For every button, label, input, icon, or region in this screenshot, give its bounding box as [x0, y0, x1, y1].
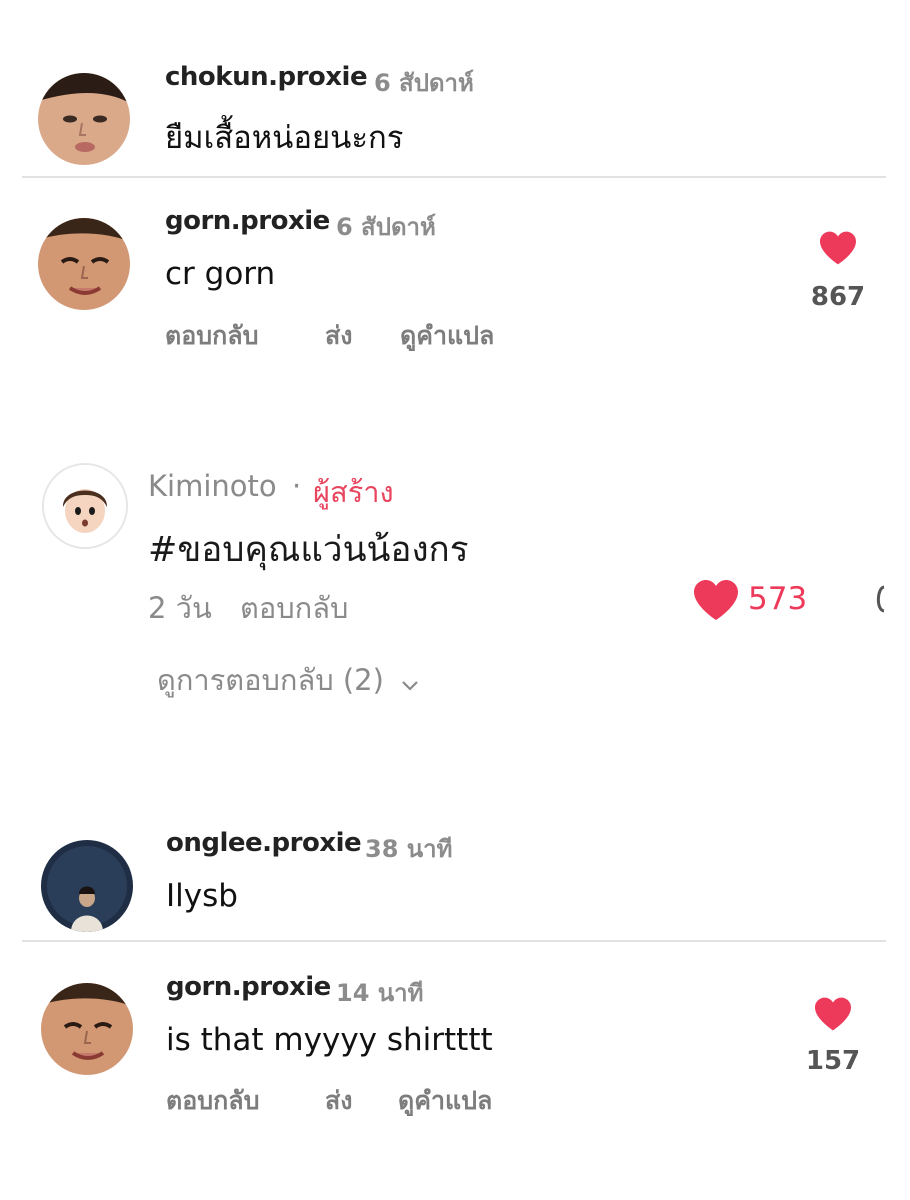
send-button[interactable]: ส่ง [325, 1081, 352, 1121]
dislike-icon-partial[interactable] [872, 584, 892, 614]
divider [22, 940, 886, 942]
comment-time: 6 สัปดาห์ [374, 69, 474, 97]
comment-username[interactable]: chokun.proxie [165, 62, 368, 92]
divider [22, 176, 886, 178]
chevron-down-icon [401, 665, 419, 699]
like-count: 157 [805, 1046, 861, 1076]
like-count: 573 [748, 581, 808, 617]
avatar-kiminoto[interactable] [42, 463, 128, 549]
comment-time: 38 นาที [365, 835, 453, 863]
like-count: 867 [810, 282, 866, 312]
comment-text: cr gorn [165, 256, 276, 292]
avatar-gorn[interactable] [38, 218, 130, 310]
like-heart-icon[interactable] [692, 578, 740, 622]
separator-dot: · [292, 469, 302, 503]
comment-time: 2 วัน [148, 591, 212, 625]
comment-text: is that myyyy shirtttt [166, 1022, 493, 1058]
comment-time: 14 นาที [336, 979, 424, 1007]
avatar-gorn[interactable] [41, 983, 133, 1075]
comment-username[interactable]: gorn.proxie [165, 206, 330, 236]
like-heart-icon[interactable] [818, 230, 858, 266]
avatar-chokun[interactable] [38, 73, 130, 165]
comment-text: #ขอบคุณแว่นน้องกร [148, 530, 469, 570]
view-replies-label: ดูการตอบกลับ (2) [157, 663, 384, 697]
translate-button[interactable]: ดูคำแปล [398, 1081, 492, 1121]
like-heart-icon[interactable] [813, 996, 853, 1032]
reply-button[interactable]: ตอบกลับ [165, 316, 258, 356]
reply-button[interactable]: ตอบกลับ [166, 1081, 259, 1121]
comment-username[interactable]: gorn.proxie [166, 972, 331, 1002]
translate-button[interactable]: ดูคำแปล [400, 316, 494, 356]
view-replies-button[interactable]: ดูการตอบกลับ (2) [157, 657, 419, 703]
comment-username[interactable]: onglee.proxie [166, 828, 362, 858]
comment-text: Ilysb [166, 878, 238, 914]
creator-username[interactable]: Kiminoto [148, 469, 277, 503]
reply-button[interactable]: ตอบกลับ [240, 585, 348, 631]
send-button[interactable]: ส่ง [325, 316, 352, 356]
creator-badge: ผู้สร้าง [313, 475, 394, 509]
avatar-onglee[interactable] [41, 840, 133, 932]
comment-time: 6 สัปดาห์ [336, 213, 436, 241]
comment-text: ยืมเสื้อหน่อยนะกร [165, 120, 404, 156]
